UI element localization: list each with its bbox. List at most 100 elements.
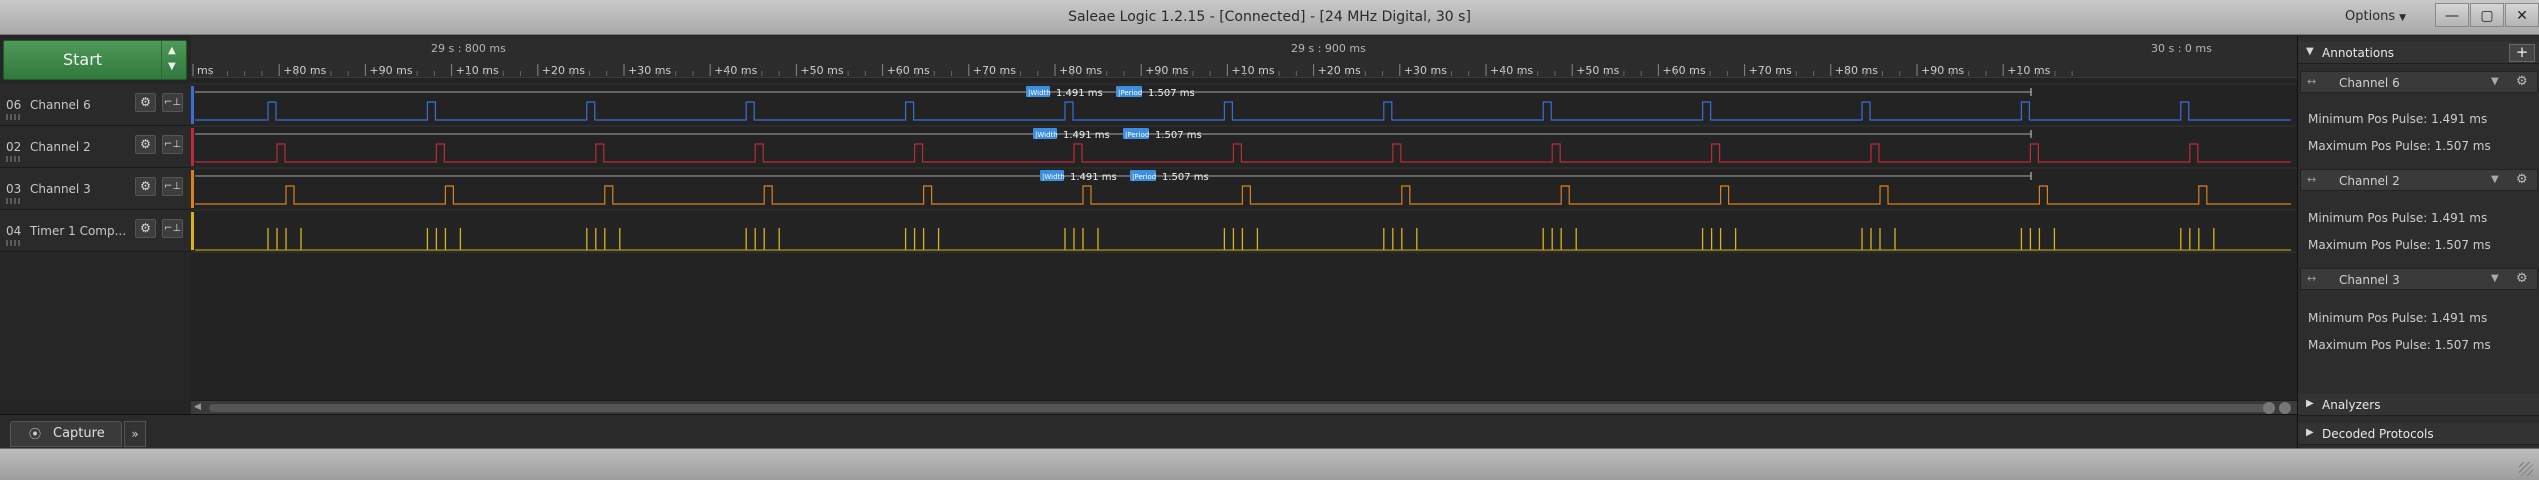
channel-number: 03 <box>6 182 22 196</box>
start-label: Start <box>62 50 103 69</box>
period-value: 1.507 ms <box>1162 172 1209 183</box>
drag-handle-icon[interactable] <box>6 240 20 246</box>
gear-icon[interactable]: ⚙ <box>2516 271 2528 286</box>
move-icon[interactable]: ↔ <box>2307 173 2316 186</box>
ruler-minor-label: +10 ms <box>456 64 499 77</box>
gear-icon[interactable]: ⚙ <box>2516 74 2528 89</box>
trigger-icon[interactable]: ⌐⊥ <box>162 135 183 154</box>
triangle-down-icon[interactable]: ▼ <box>2491 273 2499 284</box>
channel-name[interactable]: Channel 6 <box>30 98 91 112</box>
triangle-down-icon[interactable]: ▼ <box>2491 76 2499 87</box>
close-button[interactable]: ✕ <box>2505 3 2539 27</box>
analyzers-header[interactable]: ▶ Analyzers <box>2298 394 2539 416</box>
channel-row-2[interactable]: 02 Channel 2 ⚙ ⌐⊥ <box>0 126 191 168</box>
ruler-minor-label: +80 ms <box>1059 64 1102 77</box>
drag-handle-icon[interactable] <box>6 156 20 162</box>
ruler-minor-label: +50 ms <box>800 64 843 77</box>
trigger-icon[interactable]: ⌐⊥ <box>162 219 183 238</box>
annotation-max: Maximum Pos Pulse: 1.507 ms <box>2308 338 2491 352</box>
ruler-minor-label: +40 ms <box>1490 64 1533 77</box>
width-tag-label: |Width <box>1035 131 1058 139</box>
triangle-up-icon: ▲ <box>168 45 176 56</box>
gear-icon[interactable]: ⚙ <box>135 135 156 154</box>
ruler-minor-label: +90 ms <box>1145 64 1188 77</box>
more-tabs-button[interactable]: » <box>124 421 146 447</box>
drag-handle-icon[interactable] <box>6 198 20 204</box>
ruler-minor-label: +20 ms <box>542 64 585 77</box>
trigger-icon[interactable]: ⌐⊥ <box>162 177 183 196</box>
annotation-min: Minimum Pos Pulse: 1.491 ms <box>2308 112 2488 126</box>
annotation-group-channel-2[interactable]: ↔ Channel 2 ▼ ⚙ <box>2300 169 2538 191</box>
zoom-out-handle[interactable] <box>2263 402 2275 414</box>
channel-row-3[interactable]: 03 Channel 3 ⚙ ⌐⊥ <box>0 168 191 210</box>
ruler-minor-label: +60 ms <box>1662 64 1705 77</box>
maximize-button[interactable]: ▢ <box>2470 3 2504 27</box>
add-annotation-button[interactable]: + <box>2509 44 2535 62</box>
gear-icon[interactable]: ⚙ <box>2516 172 2528 187</box>
minimize-button[interactable]: — <box>2435 3 2469 27</box>
ruler-minor-label: +90 ms <box>1921 64 1964 77</box>
annotation-min: Minimum Pos Pulse: 1.491 ms <box>2308 211 2488 225</box>
channel-color-marker <box>191 86 194 124</box>
window-title: Saleae Logic 1.2.15 - [Connected] - [24 … <box>1068 9 1471 25</box>
options-label: Options <box>2345 9 2396 24</box>
start-button[interactable]: Start ▲ ▼ <box>3 40 187 80</box>
decoded-protocols-header[interactable]: ▶ Decoded Protocols <box>2298 423 2539 445</box>
channel-color-marker <box>191 212 194 250</box>
ruler-minor-label: +20 ms <box>1318 64 1361 77</box>
horizontal-scrollbar[interactable]: ◀ <box>191 400 2297 414</box>
scroll-thumb[interactable] <box>209 404 2269 412</box>
scroll-left-icon[interactable]: ◀ <box>194 402 201 412</box>
trigger-icon[interactable]: ⌐⊥ <box>162 93 183 112</box>
width-tag-label: |Width <box>1028 89 1051 97</box>
annotation-group-channel-6[interactable]: ↔ Channel 6 ▼ ⚙ <box>2300 71 2538 93</box>
ruler-major-label: 29 s : 900 ms <box>1291 42 1366 55</box>
channel-name[interactable]: Channel 3 <box>30 182 91 196</box>
annotation-max: Maximum Pos Pulse: 1.507 ms <box>2308 139 2491 153</box>
ruler-minor-label: +10 ms <box>2007 64 2050 77</box>
waveform-trace <box>195 101 2291 121</box>
channel-name[interactable]: Channel 2 <box>30 140 91 154</box>
tab-capture[interactable]: ⦿ Capture <box>10 421 122 447</box>
ruler-major-label: 29 s : 800 ms <box>431 42 506 55</box>
width-value: 1.491 ms <box>1063 130 1110 141</box>
channel-number: 06 <box>6 98 22 112</box>
ruler-major-label: 30 s : 0 ms <box>2151 42 2212 55</box>
waveform-plot[interactable]: 29 s : 800 ms 29 s : 900 ms 30 s : 0 ms ms +… <box>191 36 2297 400</box>
bottom-tab-bar: ⦿ Capture » <box>0 414 2297 448</box>
gear-icon[interactable]: ⚙ <box>135 93 156 112</box>
annotation-group-channel-3[interactable]: ↔ Channel 3 ▼ ⚙ <box>2300 268 2538 290</box>
move-icon[interactable]: ↔ <box>2307 75 2316 88</box>
gear-icon[interactable]: ⚙ <box>135 219 156 238</box>
channel-row-6[interactable]: 06 Channel 6 ⚙ ⌐⊥ <box>0 84 191 126</box>
chevron-down-icon: ▼ <box>2399 13 2407 23</box>
triangle-down-icon: ▼ <box>2306 46 2314 57</box>
ruler-minor-label: +30 ms <box>628 64 671 77</box>
period-tag-label: |Period <box>1125 131 1149 139</box>
annotation-max: Maximum Pos Pulse: 1.507 ms <box>2308 238 2491 252</box>
channel-row-4[interactable]: 04 Timer 1 Comp... ⚙ ⌐⊥ <box>0 210 191 252</box>
zoom-in-handle[interactable] <box>2279 402 2291 414</box>
annotations-panel: ▼ Annotations + ↔ Channel 6 ▼ ⚙ Minimum … <box>2297 36 2539 448</box>
capture-icon: ⦿ <box>29 427 42 441</box>
analyzers-title: Analyzers <box>2322 398 2381 412</box>
triangle-down-icon[interactable]: ▼ <box>2491 174 2499 185</box>
options-button[interactable]: Options ▼ <box>2345 7 2421 27</box>
width-value: 1.491 ms <box>1056 88 1103 99</box>
drag-handle-icon[interactable] <box>6 114 20 120</box>
annotation-group-name: Channel 3 <box>2339 273 2400 287</box>
waveform-view[interactable]: 29 s : 800 ms 29 s : 900 ms 30 s : 0 ms ms +… <box>191 36 2297 400</box>
triangle-right-icon: ▶ <box>2306 398 2314 409</box>
ruler-minor-label: +30 ms <box>1404 64 1447 77</box>
channel-number: 02 <box>6 140 22 154</box>
start-options-button[interactable]: ▲ ▼ <box>161 41 187 79</box>
gear-icon[interactable]: ⚙ <box>135 177 156 196</box>
annotations-header[interactable]: ▼ Annotations + <box>2298 42 2539 64</box>
waveform-trace <box>195 185 2291 205</box>
move-icon[interactable]: ↔ <box>2307 272 2316 285</box>
ruler-minor-label: +40 ms <box>714 64 757 77</box>
channel-color-marker <box>191 128 194 166</box>
ruler-minor-label: +70 ms <box>973 64 1016 77</box>
channel-name[interactable]: Timer 1 Comp... <box>30 224 126 238</box>
resize-grip-icon[interactable] <box>2519 462 2533 476</box>
